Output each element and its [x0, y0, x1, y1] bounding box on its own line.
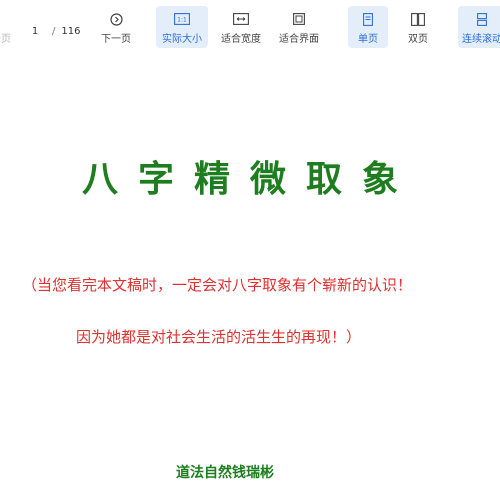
- fit-width-button[interactable]: 适合宽度: [216, 6, 266, 48]
- next-page-button[interactable]: 下一页: [96, 6, 136, 48]
- document-intro-line-1: （当您看完本文稿时，一定会对八字取象有个崭新的认识！: [22, 276, 413, 294]
- actual-size-icon: 1:1: [174, 12, 190, 26]
- single-page-icon: [362, 12, 374, 26]
- svg-text:1:1: 1:1: [177, 17, 187, 24]
- page-number-input[interactable]: [24, 22, 46, 40]
- chevron-right-circle-icon: [109, 12, 123, 26]
- continuous-scroll-label: 连续滚动: [462, 34, 500, 45]
- actual-size-button[interactable]: 1:1 实际大小: [156, 6, 208, 48]
- document-author: 道法自然钱瑞彬: [176, 465, 274, 481]
- double-page-icon: [410, 12, 426, 26]
- double-page-button[interactable]: 双页: [398, 6, 438, 48]
- document-title: 八字精微取象: [81, 158, 418, 200]
- page-total: 116: [61, 25, 81, 37]
- page-navigator: / 116: [24, 20, 88, 42]
- toolbar: 一页 / 116 下一页 1:1 实际大小 适合宽度 适合界面 单页: [0, 0, 500, 56]
- actual-size-label: 实际大小: [162, 34, 202, 45]
- single-page-button[interactable]: 单页: [348, 6, 388, 48]
- fit-page-icon: [291, 12, 307, 26]
- double-page-label: 双页: [408, 34, 428, 45]
- single-page-label: 单页: [358, 34, 378, 45]
- fit-page-label: 适合界面: [279, 34, 319, 45]
- page-separator: /: [52, 25, 56, 37]
- fit-width-label: 适合宽度: [221, 34, 261, 45]
- fit-page-button[interactable]: 适合界面: [274, 6, 324, 48]
- continuous-scroll-icon: [476, 12, 488, 26]
- prev-page-button[interactable]: 一页: [0, 6, 16, 48]
- fit-width-icon: [233, 12, 249, 26]
- document-intro-line-2: 因为她都是对社会生活的活生生的再现！）: [76, 328, 362, 346]
- next-page-label: 下一页: [101, 34, 131, 45]
- continuous-scroll-button[interactable]: 连续滚动: [458, 6, 500, 48]
- prev-page-label: 一页: [0, 34, 11, 45]
